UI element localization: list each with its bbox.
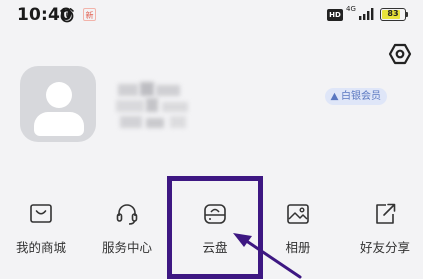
battery-cap <box>406 12 408 17</box>
alarm-clock-icon <box>60 8 74 23</box>
headset-icon <box>116 204 138 225</box>
vip-triangle-icon <box>330 92 339 101</box>
battery-level: 83 <box>387 9 399 18</box>
settings-button[interactable] <box>388 42 412 66</box>
avatar[interactable] <box>20 66 96 142</box>
menu-item-photo-album[interactable]: 相册 <box>263 197 333 259</box>
battery-icon: 83 <box>380 8 406 21</box>
menu-item-service-center[interactable]: 服务中心 <box>92 197 162 259</box>
menu-item-label: 相册 <box>285 240 311 255</box>
menu-item-label: 好友分享 <box>359 240 410 255</box>
notification-icon: 新 <box>83 8 96 21</box>
hd-voice-icon: HD <box>327 9 343 21</box>
settings-hexagon-icon <box>388 43 412 65</box>
avatar-head <box>46 82 72 108</box>
menu-item-shop[interactable]: 我的商城 <box>6 197 76 259</box>
menu-item-label: 服务中心 <box>101 240 152 255</box>
vip-membership-badge[interactable]: 白银会员 <box>325 88 387 105</box>
shop-icon <box>30 204 52 223</box>
menu-item-label: 我的商城 <box>15 240 66 255</box>
signal-icon <box>359 8 374 20</box>
share-icon <box>376 203 396 224</box>
username-redacted <box>116 82 190 132</box>
status-bar: 10:40 新 HD 4G 83 <box>0 0 423 32</box>
vip-badge-label: 白银会员 <box>341 91 381 102</box>
avatar-body <box>34 112 84 136</box>
menu-item-share-with-friends[interactable]: 好友分享 <box>350 197 420 259</box>
annotation-highlight-box <box>167 176 263 279</box>
photo-album-icon <box>287 204 309 224</box>
